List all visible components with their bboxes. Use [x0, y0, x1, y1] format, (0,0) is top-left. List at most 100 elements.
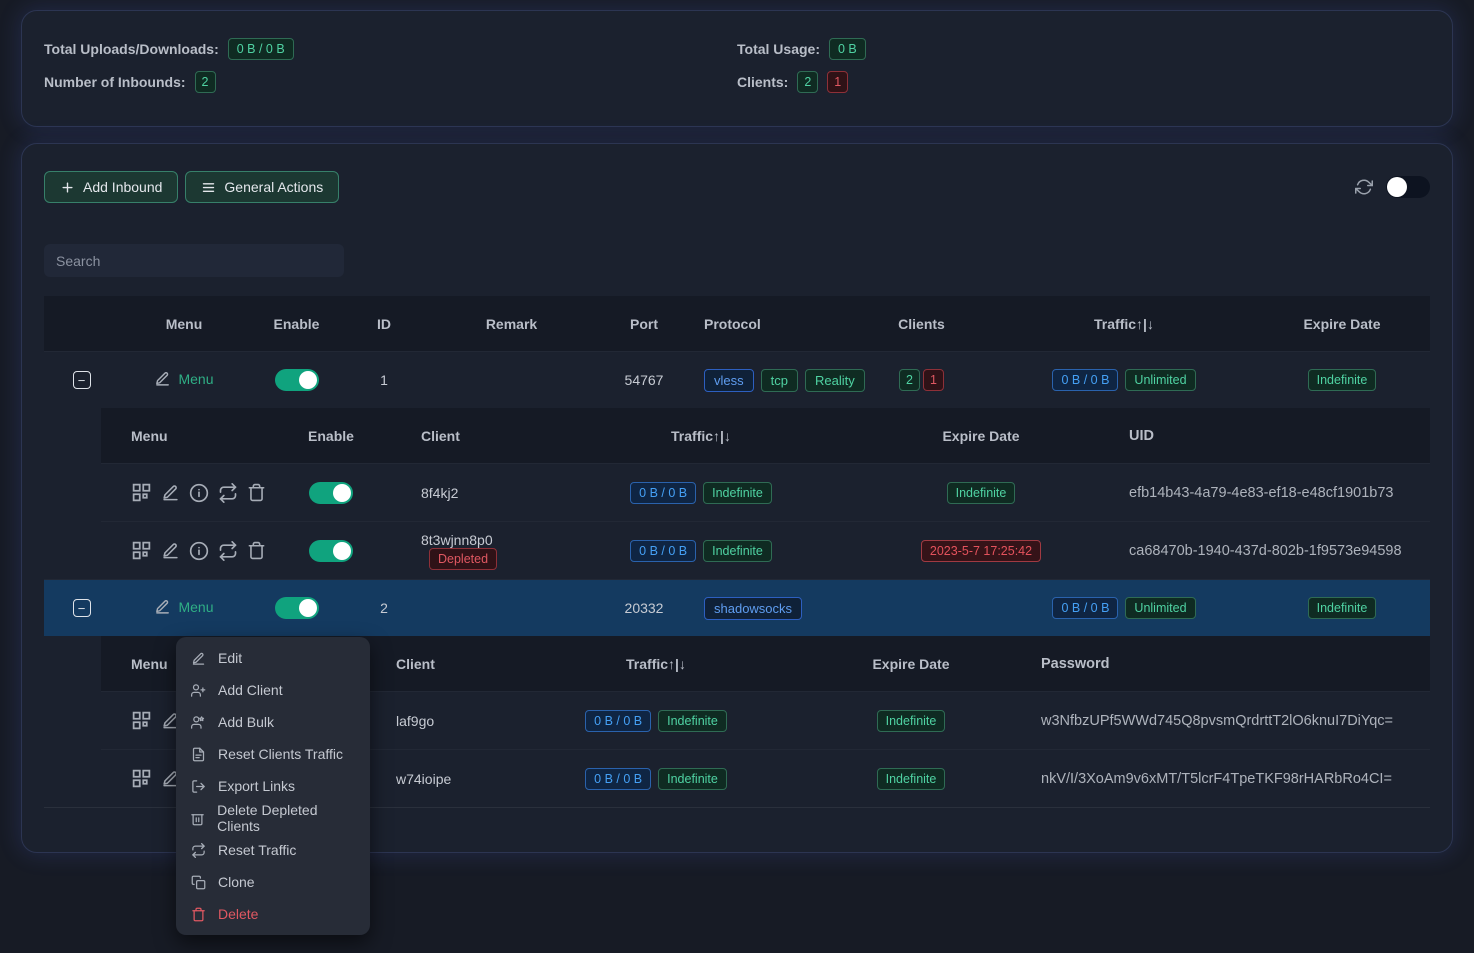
- client-header-traffic[interactable]: Traffic↑|↓: [561, 428, 841, 444]
- protocol-tag: vless: [704, 369, 754, 392]
- info-icon[interactable]: [189, 541, 209, 561]
- add-bulk-icon: [190, 715, 206, 730]
- reset-traffic-icon[interactable]: [218, 483, 238, 503]
- qr-code-icon[interactable]: [131, 768, 152, 789]
- clients-depleted-count: 1: [827, 71, 848, 93]
- clients-depleted-badge: 1: [923, 369, 944, 391]
- qr-code-icon[interactable]: [131, 482, 152, 503]
- traffic-badge: 0 B / 0 B: [585, 710, 651, 732]
- inbound-menu-button[interactable]: Menu: [154, 598, 213, 615]
- client-header-expire: Expire Date: [781, 656, 1041, 672]
- context-menu-label: Edit: [218, 650, 242, 666]
- traffic-badge: 0 B / 0 B: [630, 540, 696, 562]
- theme-toggle[interactable]: [1386, 176, 1430, 198]
- context-menu-label: Clone: [218, 874, 255, 890]
- duration-badge: Indefinite: [703, 482, 772, 504]
- context-menu-add-bulk[interactable]: Add Bulk: [176, 706, 370, 738]
- reset-traffic-icon: [190, 843, 206, 858]
- inbound-traffic: 0 B / 0 B Unlimited: [994, 597, 1254, 619]
- client-header-traffic[interactable]: Traffic↑|↓: [531, 656, 781, 672]
- client-header-expire: Expire Date: [841, 428, 1121, 444]
- add-client-icon: [190, 683, 206, 698]
- expire-badge: 2023-5-7 17:25:42: [921, 540, 1041, 562]
- client-header-client: Client: [386, 428, 561, 444]
- delete-icon: [190, 907, 206, 922]
- total-uploads-downloads-label: Total Uploads/Downloads:: [44, 41, 219, 57]
- inbound-protocols: vless tcp Reality: [689, 369, 849, 392]
- header-port: Port: [599, 316, 689, 332]
- edit-icon: [190, 651, 206, 666]
- total-usage-value: 0 B: [829, 38, 866, 60]
- transport-tag: tcp: [761, 369, 798, 392]
- client-row: 8t3wjnn8p0 Depleted 0 B / 0 B Indefinite…: [101, 521, 1430, 579]
- header-remark: Remark: [424, 316, 599, 332]
- client-header-client: Client: [371, 656, 531, 672]
- stats-right-column: Total Usage: 0 B Clients: 2 1: [737, 38, 1430, 99]
- edit-icon[interactable]: [161, 483, 180, 502]
- refresh-icon[interactable]: [1355, 178, 1373, 196]
- qr-code-icon[interactable]: [131, 540, 152, 561]
- inbound-clients: 2 1: [849, 369, 994, 391]
- client-table-inbound-1: Menu Enable Client Traffic↑|↓ Expire Dat…: [101, 408, 1430, 579]
- context-menu-label: Export Links: [218, 778, 295, 794]
- inbound-menu-label: Menu: [178, 371, 213, 387]
- inbound-menu-button[interactable]: Menu: [154, 370, 213, 387]
- plus-icon: [60, 180, 75, 195]
- header-id: ID: [344, 316, 424, 332]
- trash-icon[interactable]: [247, 541, 266, 560]
- context-menu-label: Delete Depleted Clients: [217, 802, 356, 834]
- inbounds-table-header: Menu Enable ID Remark Port Protocol Clie…: [44, 296, 1430, 351]
- context-menu-reset-traffic[interactable]: Reset Traffic: [176, 834, 370, 866]
- client-enable-toggle[interactable]: [309, 482, 353, 504]
- inbound-menu-label: Menu: [178, 599, 213, 615]
- trash-icon[interactable]: [247, 483, 266, 502]
- duration-badge: Indefinite: [703, 540, 772, 562]
- context-menu-delete[interactable]: Delete: [176, 898, 370, 930]
- header-traffic[interactable]: Traffic↑|↓: [994, 316, 1254, 332]
- clone-icon: [190, 875, 206, 890]
- clients-label: Clients:: [737, 74, 788, 90]
- reset-traffic-icon[interactable]: [218, 541, 238, 561]
- client-header-password: Password: [1041, 656, 1430, 672]
- inbound-port: 20332: [599, 600, 689, 616]
- edit-icon[interactable]: [161, 541, 180, 560]
- client-password: w3NfbzUPf5WWd745Q8pvsmQrdrttT2lO6knuI7Di…: [1041, 713, 1430, 729]
- context-menu-label: Add Client: [218, 682, 283, 698]
- context-menu-label: Reset Clients Traffic: [218, 746, 343, 762]
- client-enable-toggle[interactable]: [309, 540, 353, 562]
- context-menu-add-client[interactable]: Add Client: [176, 674, 370, 706]
- clients-total-badge: 2: [899, 369, 920, 391]
- qr-code-icon[interactable]: [131, 710, 152, 731]
- inbound-enable-toggle[interactable]: [275, 369, 319, 391]
- stats-panel: Total Uploads/Downloads: 0 B / 0 B Numbe…: [21, 10, 1453, 127]
- menu-lines-icon: [201, 180, 216, 195]
- client-row: 8f4kj2 0 B / 0 B Indefinite Indefinite e…: [101, 463, 1430, 521]
- client-header-enable: Enable: [276, 428, 386, 444]
- inbound-row-1: − Menu 1 54767 vless tcp Reality 2 1: [44, 351, 1430, 408]
- edit-icon: [154, 370, 171, 387]
- context-menu-reset-clients-traffic[interactable]: Reset Clients Traffic: [176, 738, 370, 770]
- delete-depleted-clients-icon: [190, 811, 205, 826]
- export-links-icon: [190, 779, 206, 794]
- expire-badge: Indefinite: [947, 482, 1016, 504]
- inbound-enable-toggle[interactable]: [275, 597, 319, 619]
- collapse-row-button[interactable]: −: [73, 599, 91, 617]
- context-menu-edit[interactable]: Edit: [176, 642, 370, 674]
- add-inbound-button[interactable]: Add Inbound: [44, 171, 178, 203]
- client-header-uid: UID: [1121, 428, 1430, 444]
- context-menu-clone[interactable]: Clone: [176, 866, 370, 898]
- collapse-row-button[interactable]: −: [73, 371, 91, 389]
- client-password: nkV/I/3XoAm9v6xMT/T5lcrF4TpeTKF98rHARbRo…: [1041, 771, 1430, 787]
- client-traffic: 0 B / 0 B Indefinite: [561, 540, 841, 562]
- general-actions-button[interactable]: General Actions: [185, 171, 339, 203]
- traffic-badge: 0 B / 0 B: [630, 482, 696, 504]
- info-icon[interactable]: [189, 483, 209, 503]
- expire-badge: Indefinite: [877, 710, 946, 732]
- inbound-traffic: 0 B / 0 B Unlimited: [994, 369, 1254, 391]
- context-menu-delete-depleted-clients[interactable]: Delete Depleted Clients: [176, 802, 370, 834]
- header-menu: Menu: [119, 316, 249, 332]
- search-input[interactable]: [44, 244, 344, 277]
- traffic-badge: 0 B / 0 B: [585, 768, 651, 790]
- client-traffic: 0 B / 0 B Indefinite: [531, 768, 781, 790]
- context-menu-export-links[interactable]: Export Links: [176, 770, 370, 802]
